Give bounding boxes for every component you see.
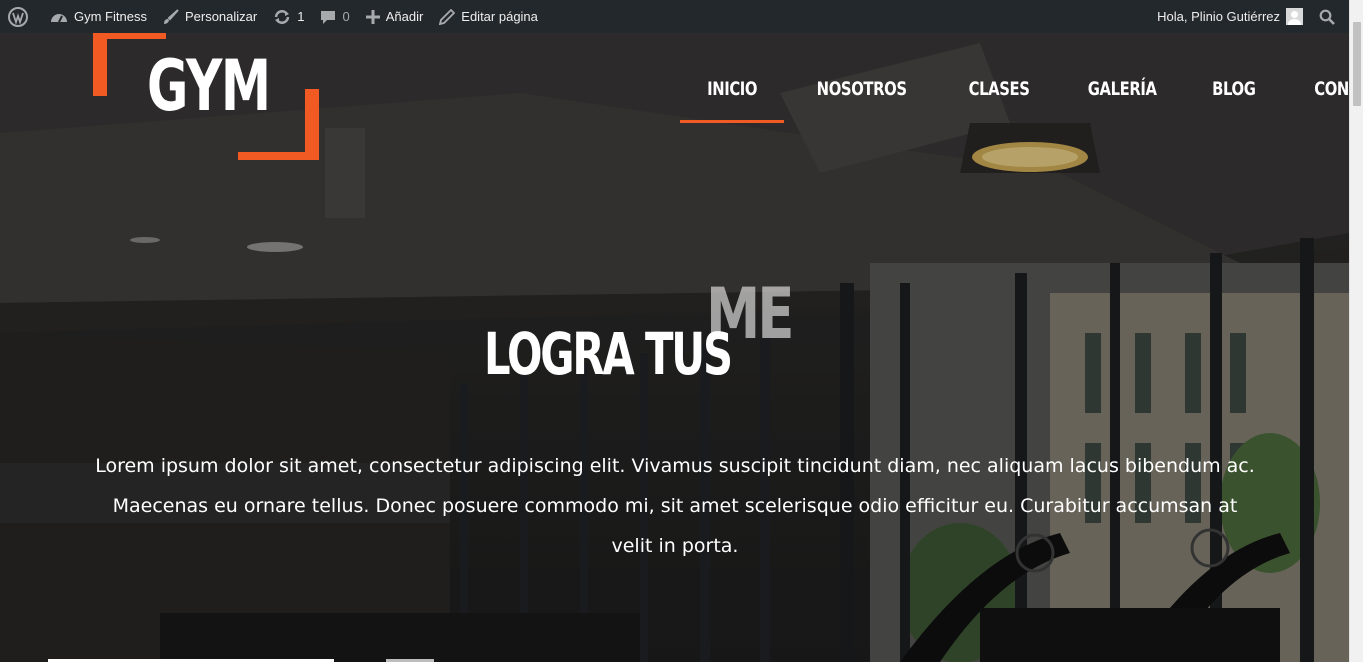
add-new-link[interactable]: Añadir (358, 0, 432, 33)
plus-icon (365, 9, 380, 24)
nav-item-contacto[interactable]: CONTACTO (1282, 70, 1349, 122)
edit-page-link[interactable]: Editar página (431, 0, 546, 33)
admin-bar-right: Hola, Plinio Gutiérrez (1149, 0, 1349, 33)
nav-item-label: NOSOTROS (816, 78, 907, 100)
updates-icon (274, 9, 290, 24)
nav-item-galeria[interactable]: GALERÍA (1058, 70, 1186, 122)
page-scrollbar[interactable] (1349, 0, 1363, 662)
logo-text: GYM (147, 45, 271, 127)
comment-icon (321, 10, 336, 24)
greeting-label: Hola, Plinio Gutiérrez (1157, 9, 1280, 24)
headline-main-text: LOGRA TUS (484, 320, 733, 388)
search-icon (1319, 9, 1335, 25)
nav-item-nosotros[interactable]: NOSOTROS (784, 70, 939, 122)
updates-link[interactable]: 1 (265, 0, 312, 33)
search-button[interactable] (1309, 0, 1349, 33)
customize-label: Personalizar (184, 9, 258, 24)
nav-item-label: INICIO (707, 78, 758, 100)
nav-item-label: BLOG (1212, 78, 1256, 100)
brush-icon (163, 8, 179, 24)
admin-bar: Gym Fitness Personalizar 1 0 Añadir Edit… (0, 0, 1349, 33)
site-logo[interactable]: GYM (93, 33, 319, 160)
avatar (1286, 8, 1303, 25)
nav-item-inicio[interactable]: INICIO (680, 70, 785, 123)
nav-item-label: CLASES (968, 78, 1030, 100)
wordpress-logo-button[interactable] (0, 0, 42, 33)
updates-count: 1 (297, 9, 305, 24)
hero-lead-text: Lorem ipsum dolor sit amet, consectetur … (95, 455, 1255, 557)
logo-corner-top-left-vertical (93, 33, 107, 96)
site-name-link[interactable]: Gym Fitness (42, 0, 155, 33)
add-new-label: Añadir (385, 9, 424, 24)
my-account-link[interactable]: Hola, Plinio Gutiérrez (1149, 0, 1309, 33)
pencil-icon (439, 8, 456, 25)
dashboard-icon (51, 13, 67, 22)
customize-link[interactable]: Personalizar (155, 0, 265, 33)
comments-count: 0 (342, 9, 350, 24)
wordpress-icon (8, 6, 28, 27)
nav-item-blog[interactable]: BLOG (1186, 70, 1282, 122)
logo-corner-bottom-right-vertical (305, 89, 319, 160)
comments-link[interactable]: 0 (312, 0, 357, 33)
site-name-label: Gym Fitness (74, 9, 147, 24)
edit-page-label: Editar página (461, 9, 538, 24)
nav-item-clases[interactable]: CLASES (940, 70, 1058, 122)
scrollbar-thumb[interactable] (1353, 22, 1361, 106)
nav-item-label: CONTACTO (1313, 78, 1349, 100)
hero-section: GYM INICIO NOSOTROS CLASES GALERÍA BLOG … (0, 33, 1349, 662)
nav-item-label: GALERÍA (1087, 78, 1157, 100)
admin-bar-left: Gym Fitness Personalizar 1 0 Añadir Edit… (0, 0, 546, 33)
hero-headline: ME LOGRA TUS (484, 279, 824, 431)
main-navigation: INICIO NOSOTROS CLASES GALERÍA BLOG CONT… (680, 70, 1349, 123)
